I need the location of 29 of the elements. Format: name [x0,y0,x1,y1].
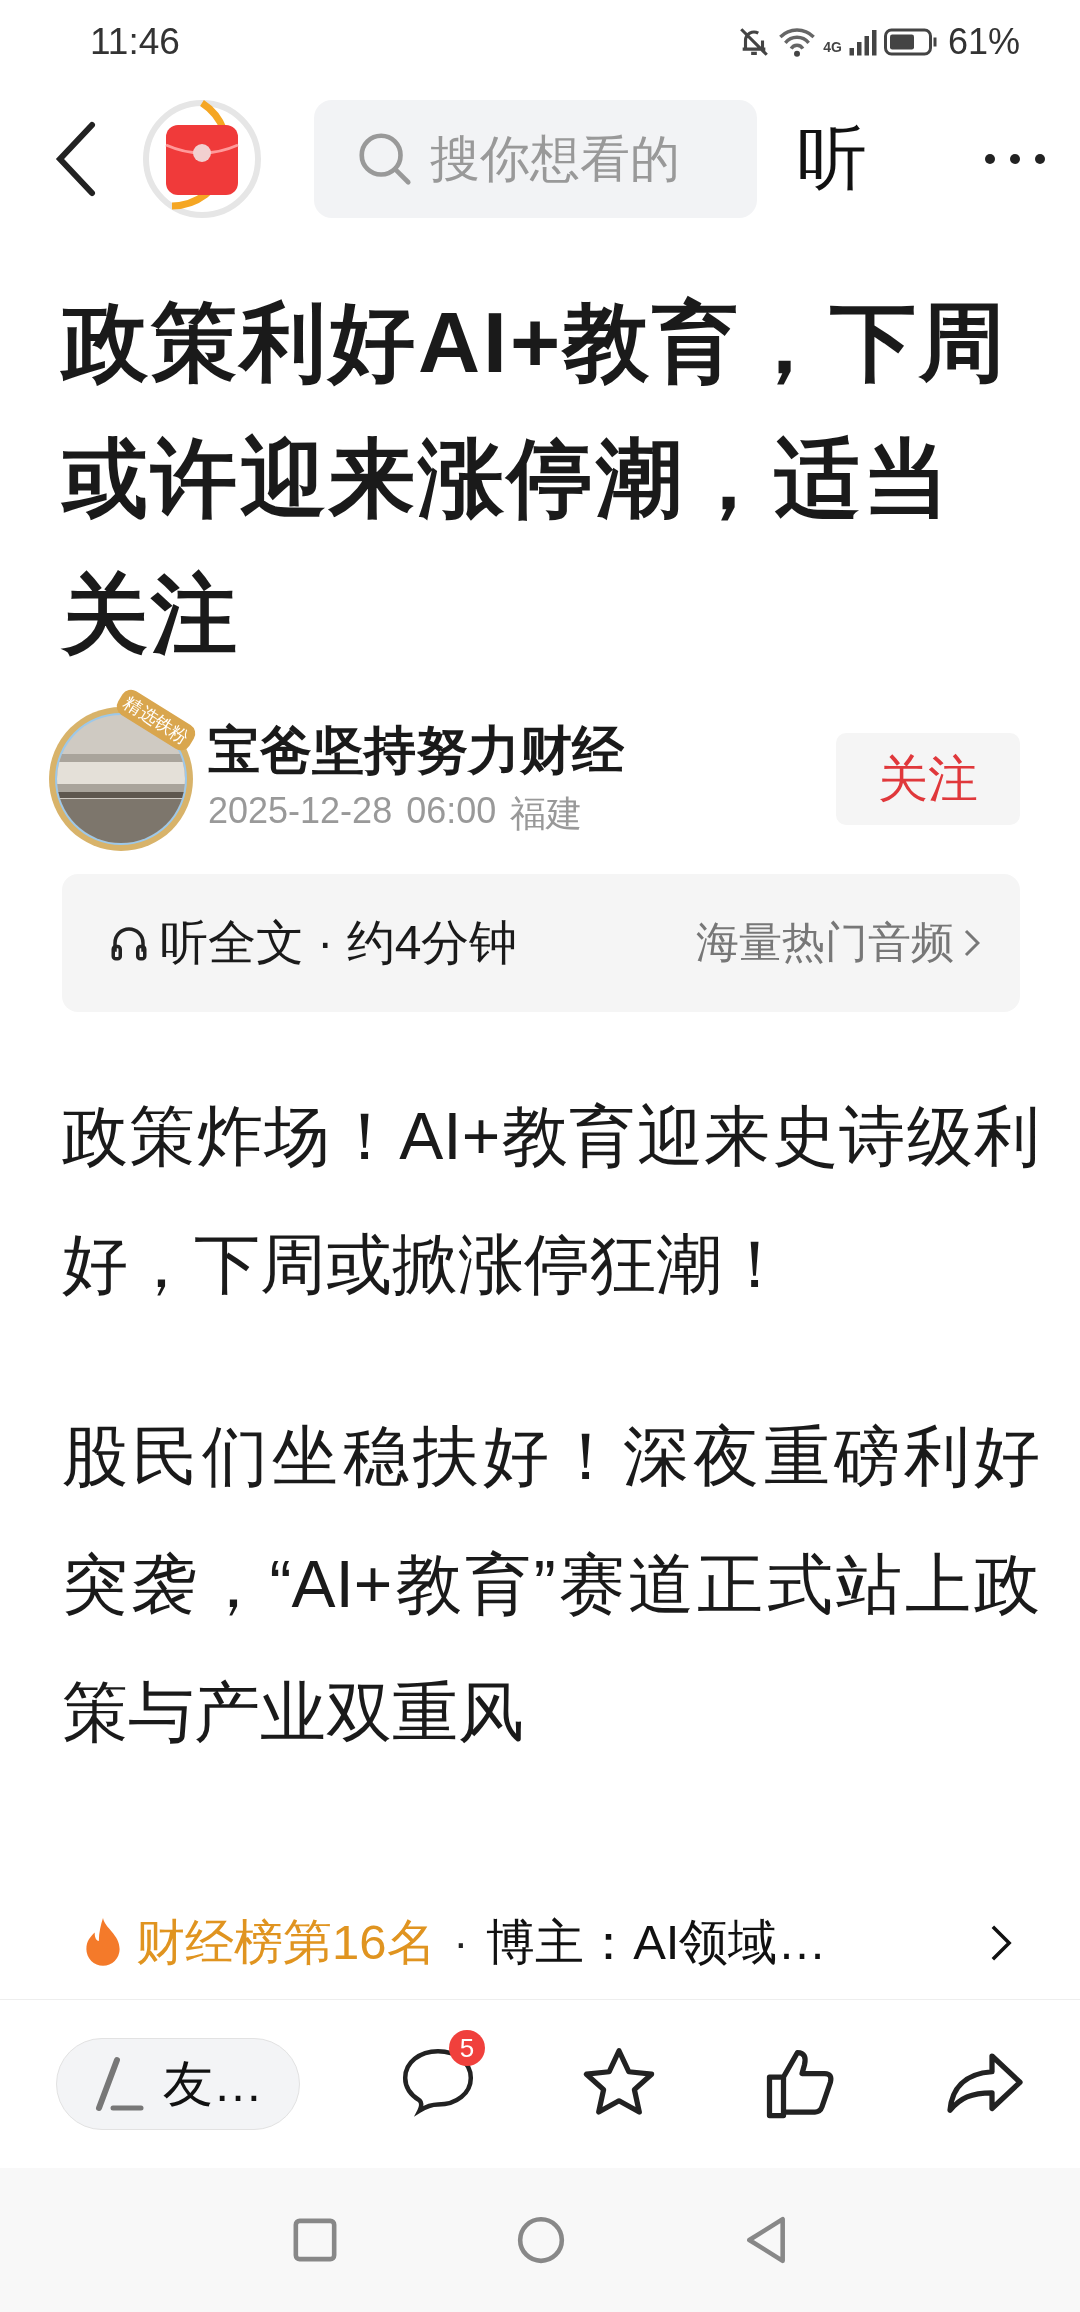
back-icon[interactable] [54,119,98,199]
chevron-icon [964,929,980,957]
recents-icon[interactable] [292,2217,338,2263]
status-time: 11:46 [90,21,180,63]
follow-button[interactable]: 关注 [836,733,1020,825]
article-title: 政策利好AI+教育，下周或许迎来涨停潮，适当关注 [62,293,1010,664]
rank-label: 财经榜第16名 [136,1914,436,1971]
publish-time: 06:00 [406,789,497,833]
battery-icon [883,27,938,57]
publish-date: 2025-12-28 [208,789,393,833]
back-nav-icon[interactable] [744,2215,788,2265]
signal-icon [847,27,878,57]
article-paragraph: 政策炸场！AI+教育迎来史诗级利好，下周或掀涨停狂潮！ [62,1098,1040,1303]
location: 福建 [510,791,583,836]
author-name: 宝爸坚持努力财经 [208,719,624,780]
listen-label: 听全文 · 约4分钟 [160,915,518,971]
network-label: 4G [823,39,842,55]
article-paragraph: 股民们坐稳扶好！深夜重磅利好突袭，“AI+教育”赛道正式站上政策与产业双重风 [62,1418,1040,1751]
audio-link[interactable]: 海量热门音频 [696,914,954,972]
listen-button[interactable]: 听 [797,112,867,206]
battery-percent: 61% [947,21,1020,63]
separator: · [453,1918,469,1968]
chevron-icon [990,1924,1012,1962]
home-icon[interactable] [516,2215,566,2265]
listen-bar[interactable]: 听全文 · 约4分钟 海量热门音频 [62,874,1020,1012]
comment-field[interactable]: 友… [56,2038,300,2130]
blogger-info: 博主：AI领域… [486,1914,827,1971]
comment-count-badge: 5 [449,2030,485,2066]
envelope-icon[interactable] [140,97,264,221]
